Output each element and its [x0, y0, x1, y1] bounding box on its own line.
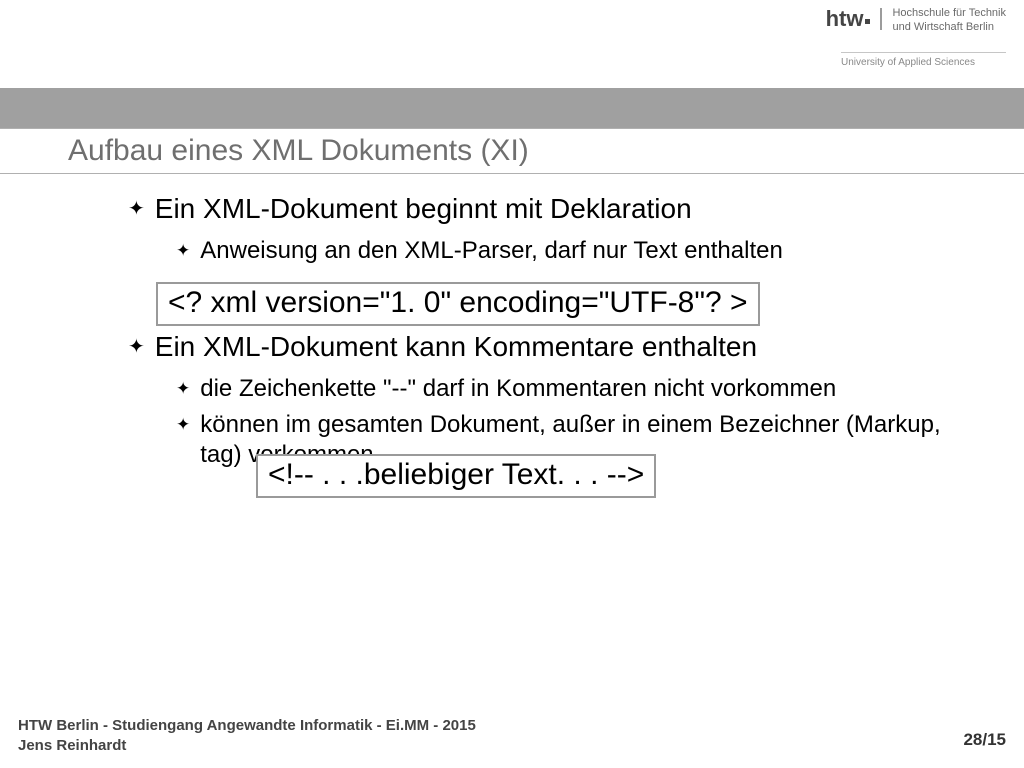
bullet-level2: ✦ Anweisung an den XML-Parser, darf nur … — [176, 236, 956, 266]
logo-mark: htw — [826, 8, 883, 30]
diamond-icon: ✦ — [176, 410, 190, 440]
code-box: <!-- . . .beliebiger Text. . . --> — [256, 454, 656, 498]
footer-left: HTW Berlin - Studiengang Angewandte Info… — [18, 716, 476, 756]
bullet-text: Ein XML-Dokument kann Kommentare enthalt… — [155, 330, 757, 364]
diamond-icon: ✦ — [176, 236, 190, 266]
code-box: <? xml version="1. 0" encoding="UTF-8"? … — [156, 282, 760, 326]
slide-title: Aufbau eines XML Dokuments (XI) — [0, 134, 529, 168]
code-wrapper: <? xml version="1. 0" encoding="UTF-8"? … — [156, 272, 1006, 326]
bullet-level1: ✦ Ein XML-Dokument kann Kommentare entha… — [128, 330, 1006, 364]
logo-subtitle: University of Applied Sciences — [841, 52, 1006, 68]
footer-line1: HTW Berlin - Studiengang Angewandte Info… — [18, 716, 476, 736]
title-row: Aufbau eines XML Dokuments (XI) — [0, 128, 1024, 174]
diamond-icon: ✦ — [176, 374, 190, 404]
bullet-level2: ✦ die Zeichenkette "--" darf in Kommenta… — [176, 374, 956, 404]
diamond-icon: ✦ — [128, 192, 145, 226]
footer-line2: Jens Reinhardt — [18, 736, 476, 756]
bullet-text: Anweisung an den XML-Parser, darf nur Te… — [200, 236, 783, 266]
logo: htw Hochschule für Technik und Wirtschaf… — [826, 6, 1006, 34]
slide: htw Hochschule für Technik und Wirtschaf… — [0, 0, 1024, 768]
logo-dot-icon — [865, 19, 870, 24]
page-number: 28/15 — [963, 730, 1006, 756]
logo-text-line2: und Wirtschaft Berlin — [892, 20, 1006, 34]
bullet-text: Ein XML-Dokument beginnt mit Deklaration — [155, 192, 692, 226]
bullet-text: die Zeichenkette "--" darf in Kommentare… — [200, 374, 836, 404]
diamond-icon: ✦ — [128, 330, 145, 364]
logo-text: Hochschule für Technik und Wirtschaft Be… — [882, 6, 1006, 34]
logo-text-line1: Hochschule für Technik — [892, 6, 1006, 20]
content: ✦ Ein XML-Dokument beginnt mit Deklarati… — [0, 186, 1024, 708]
footer: HTW Berlin - Studiengang Angewandte Info… — [18, 716, 1006, 756]
header-band — [0, 88, 1024, 128]
topbar: htw Hochschule für Technik und Wirtschaf… — [0, 0, 1024, 88]
code-wrapper: <!-- . . .beliebiger Text. . . --> — [256, 444, 1006, 498]
bullet-level1: ✦ Ein XML-Dokument beginnt mit Deklarati… — [128, 192, 1006, 226]
logo-mark-text: htw — [826, 6, 864, 31]
